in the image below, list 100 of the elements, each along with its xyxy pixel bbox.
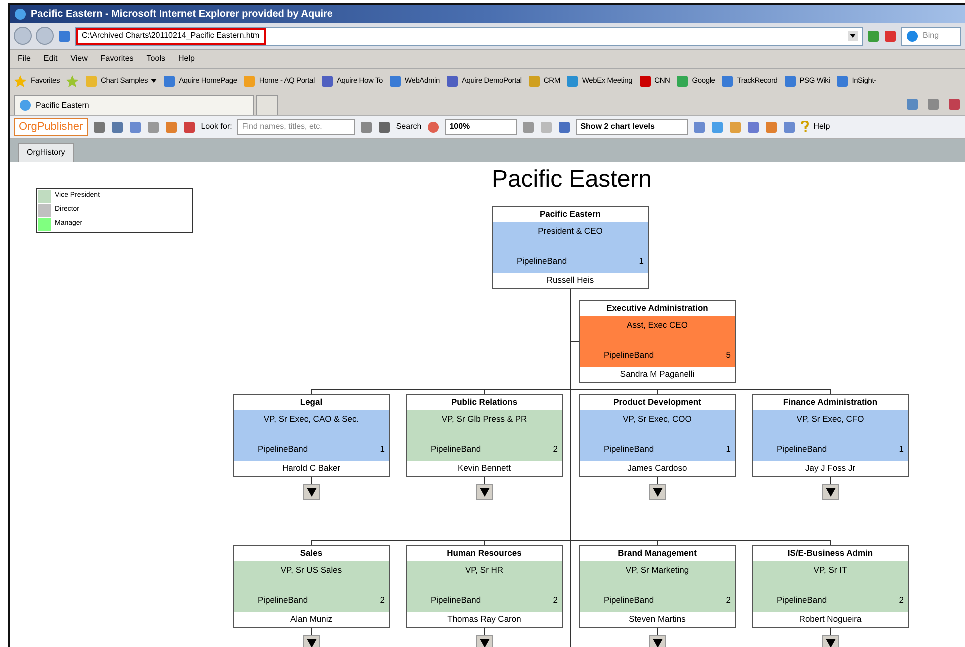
department-name: Legal (299, 396, 324, 409)
help-button[interactable]: Help (814, 121, 830, 133)
address-field[interactable]: C:\Archived Charts\20110214_Pacific Eastern.htm (75, 26, 863, 46)
browser-logo-icon (14, 8, 27, 20)
down-triangle-icon (652, 487, 662, 497)
org-chart-node[interactable]: Sales VP, Sr US Sales PipelineBand 2 Alan Muniz (233, 545, 390, 628)
band-count: 2 (553, 595, 558, 606)
department-name: Public Relations (450, 396, 519, 409)
person-name: Jay J Foss Jr (804, 462, 857, 475)
band-label: PipelineBand (431, 595, 482, 606)
menu-item[interactable]: Tools (146, 53, 166, 65)
band-label: PipelineBand (604, 350, 654, 361)
org-chart-node[interactable]: Human Resources VP, Sr HR PipelineBand 2 Thomas Ray Caron (406, 545, 563, 628)
expand-button[interactable] (476, 484, 493, 500)
band-label: PipelineBand (258, 444, 308, 455)
org-chart-node[interactable]: IS/E-Business Admin VP, Sr IT PipelineBand 2 Robert Nogueira (752, 545, 909, 628)
job-title: VP, Sr Exec, COO (622, 414, 693, 425)
expand-button[interactable] (822, 484, 839, 500)
department-name: Pacific Eastern (539, 208, 602, 221)
job-title: VP, Sr HR (464, 565, 505, 576)
chart-title: Pacific Eastern (490, 165, 654, 195)
search-engine-icon (906, 30, 919, 42)
org-chart-node[interactable]: Brand Management VP, Sr Marketing PipelineBand 2 Steven Martins (579, 545, 736, 628)
find-field[interactable]: Find names, titles, etc. (237, 119, 356, 135)
expand-button[interactable] (649, 484, 666, 500)
department-name: IS/E-Business Admin (786, 547, 874, 560)
person-name: Kevin Bennett (457, 462, 512, 475)
job-title: VP, Sr Marketing (624, 565, 690, 576)
down-triangle-icon (306, 487, 316, 497)
expand-button[interactable] (476, 635, 493, 647)
band-count: 2 (726, 595, 731, 606)
expand-button[interactable] (303, 635, 320, 647)
orgpublisher-logo: OrgPublisher (14, 118, 88, 136)
expand-button[interactable] (822, 635, 839, 647)
menu-item[interactable]: View (70, 53, 88, 65)
person-name: James Cardoso (626, 462, 688, 475)
star-icon (14, 74, 27, 88)
org-chart-node[interactable]: Pacific Eastern President & CEO PipelineBand 1 Russell Heis (492, 206, 649, 289)
refresh-icon (867, 30, 880, 42)
add-favorite-icon (66, 74, 80, 88)
org-chart-node[interactable]: Legal VP, Sr Exec, CAO & Sec. PipelineBand 1 Harold C Baker (233, 394, 390, 477)
caret-icon (151, 79, 158, 83)
org-chart-node[interactable]: Finance Administration VP, Sr Exec, CFO PipelineBand 1 Jay J Foss Jr (752, 394, 909, 477)
band-count: 2 (899, 595, 904, 606)
page-tab[interactable]: OrgHistory (18, 143, 74, 162)
down-triangle-icon (826, 638, 836, 647)
down-triangle-icon (306, 638, 316, 647)
band-label: PipelineBand (517, 256, 568, 267)
job-title: VP, Sr Exec, CAO & Sec. (262, 414, 360, 425)
down-triangle-icon (652, 638, 662, 647)
person-name: Robert Nogueira (798, 613, 863, 626)
department-name: Sales (299, 547, 324, 560)
menu-item[interactable]: Help (178, 53, 195, 65)
menu-item[interactable]: File (18, 53, 31, 65)
close-icon (884, 30, 897, 42)
department-name: Brand Management (617, 547, 698, 560)
band-label: PipelineBand (777, 444, 828, 455)
window-title: Pacific Eastern - Microsoft Internet Explorer provided by Aquire (31, 8, 333, 22)
band-label: PipelineBand (604, 444, 654, 455)
job-title: VP, Sr Exec, CFO (796, 414, 866, 425)
band-count: 1 (899, 444, 904, 455)
address-text: C:\Archived Charts\20110214_Pacific Eastern.htm (76, 28, 266, 44)
department-name: Human Resources (446, 547, 523, 560)
org-chart-node[interactable]: Executive Administration Asst, Exec CEO PipelineBand 5 Sandra M Paganelli (579, 300, 736, 383)
job-title: VP, Sr US Sales (280, 565, 344, 576)
person-name: Harold C Baker (281, 462, 342, 475)
levels-dropdown[interactable]: Show 2 chart levels (576, 119, 688, 135)
band-label: PipelineBand (431, 444, 482, 455)
band-count: 2 (553, 444, 558, 455)
down-triangle-icon (480, 638, 490, 647)
menu-item[interactable]: Favorites (100, 53, 134, 65)
band-label: PipelineBand (777, 595, 828, 606)
help-icon (800, 121, 809, 133)
expand-button[interactable] (303, 484, 320, 500)
band-count: 1 (726, 444, 731, 455)
job-title: Asst, Exec CEO (626, 320, 689, 331)
person-name: Steven Martins (628, 613, 687, 626)
job-title: President & CEO (537, 226, 604, 237)
search-placeholder: Bing (923, 30, 940, 42)
zoom-dropdown[interactable]: 100% (444, 119, 517, 135)
band-count: 1 (639, 256, 644, 267)
browser-logo-icon (19, 99, 32, 112)
expand-button[interactable] (649, 635, 666, 647)
zoom-icon (426, 120, 440, 134)
search-field[interactable]: Bing (901, 26, 961, 46)
down-triangle-icon (480, 487, 490, 497)
department-name: Finance Administration (782, 396, 879, 409)
department-name: Product Development (612, 396, 702, 409)
band-count: 5 (726, 350, 731, 361)
person-name: Sandra M Paganelli (619, 368, 696, 381)
down-triangle-icon (826, 487, 836, 497)
org-chart-node[interactable]: Product Development VP, Sr Exec, COO PipelineBand 1 James Cardoso (579, 394, 736, 477)
browser-tab[interactable]: Pacific Eastern (14, 95, 254, 115)
org-chart-node[interactable]: Public Relations VP, Sr Glb Press & PR PipelineBand 2 Kevin Bennett (406, 394, 563, 477)
person-name: Russell Heis (546, 274, 596, 287)
tab-label: Pacific Eastern (36, 100, 90, 112)
search-button[interactable]: Search (396, 121, 422, 133)
job-title: VP, Sr IT (812, 565, 848, 576)
department-name: Executive Administration (606, 302, 710, 315)
menu-item[interactable]: Edit (44, 53, 58, 65)
